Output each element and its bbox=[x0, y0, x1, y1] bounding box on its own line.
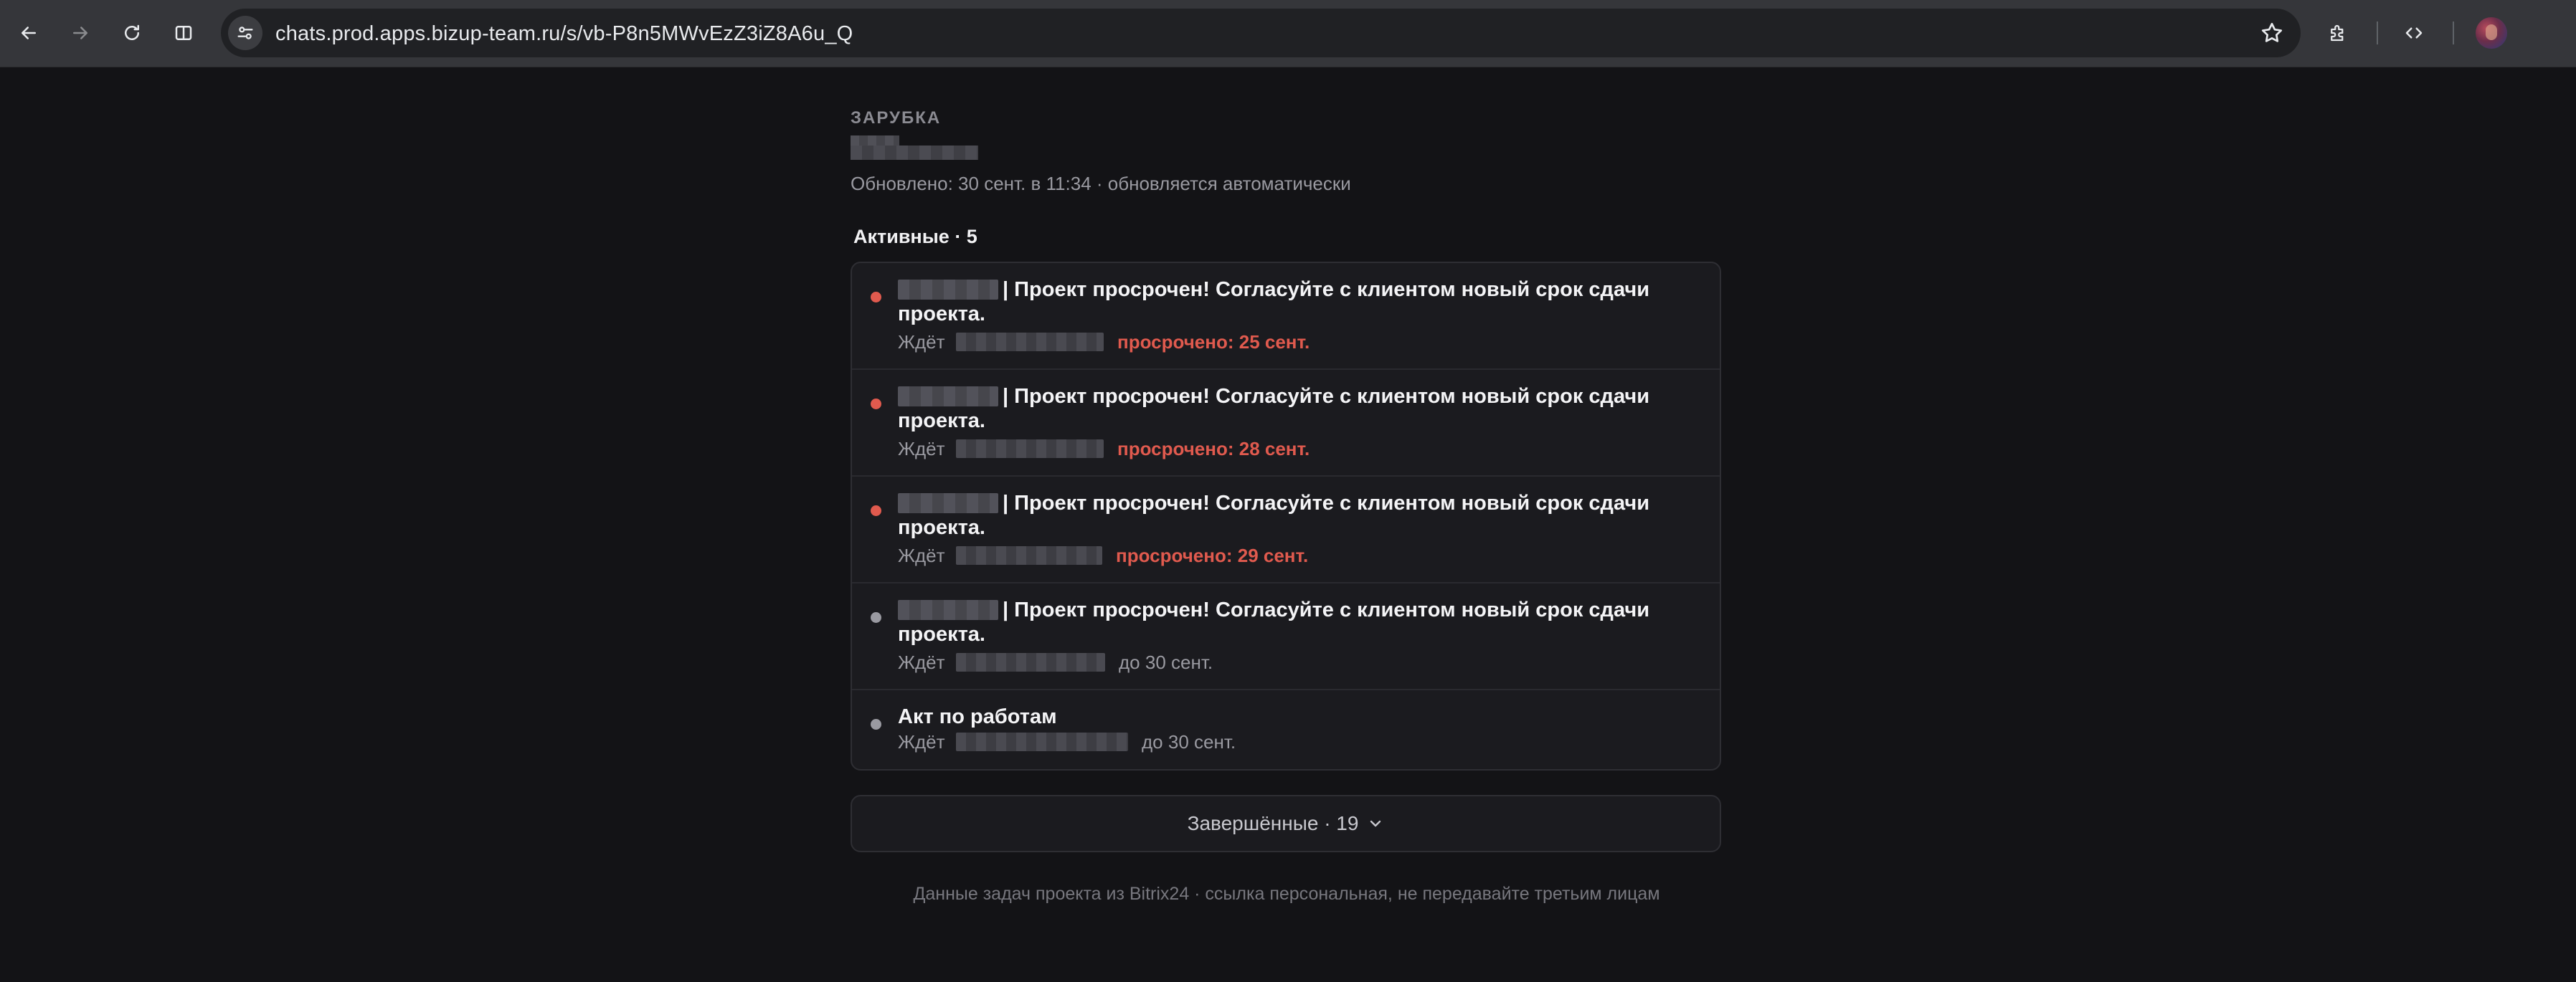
project-name-redacted bbox=[851, 135, 978, 160]
waiting-label: Ждёт bbox=[898, 331, 945, 353]
assignee-redacted bbox=[955, 333, 1104, 351]
assignee-redacted bbox=[955, 439, 1104, 458]
site-info-button[interactable] bbox=[228, 16, 262, 50]
reload-icon bbox=[125, 24, 139, 40]
task-title-redacted bbox=[898, 600, 998, 620]
task-item[interactable]: Акт по работам Ждёт до 30 сент. bbox=[852, 690, 1720, 769]
task-title: | Проект просрочен! Согласуйте с клиенто… bbox=[898, 278, 1650, 325]
task-title-redacted bbox=[898, 280, 998, 300]
completed-label: Завершённые · 19 bbox=[1187, 812, 1359, 834]
updated-status: Обновлено: 30 сент. в 11:34 · обновляетс… bbox=[851, 173, 1351, 194]
code-icon bbox=[2405, 27, 2423, 39]
task-meta: Ждёт просрочено: 25 сент. bbox=[898, 330, 1310, 353]
chevron-down-icon bbox=[1370, 820, 1381, 827]
active-section-title: Активные · 5 bbox=[853, 226, 977, 247]
completed-tasks-toggle[interactable]: Завершённые · 19 bbox=[851, 795, 1721, 852]
task-title: Акт по работам bbox=[898, 705, 1057, 728]
extensions-button[interactable] bbox=[2321, 16, 2355, 50]
devtools-button[interactable] bbox=[2397, 16, 2431, 50]
side-panel-button[interactable] bbox=[166, 16, 201, 50]
side-panel-icon bbox=[175, 26, 192, 40]
forward-button[interactable] bbox=[63, 16, 98, 50]
project-label: ЗАРУБКА bbox=[851, 108, 942, 128]
task-item[interactable]: | Проект просрочен! Согласуйте с клиенто… bbox=[852, 477, 1720, 583]
due-date: просрочено: 29 сент. bbox=[1116, 545, 1309, 566]
due-date: до 30 сент. bbox=[1119, 652, 1213, 673]
footer-note: Данные задач проекта из Bitrix24 · ссылк… bbox=[913, 884, 1660, 904]
task-title: | Проект просрочен! Согласуйте с клиенто… bbox=[898, 385, 1650, 432]
waiting-label: Ждёт bbox=[898, 545, 945, 566]
assignee-redacted bbox=[955, 733, 1128, 751]
arrow-right-icon bbox=[73, 27, 87, 39]
due-date: до 30 сент. bbox=[1142, 731, 1236, 753]
task-title-redacted bbox=[898, 386, 998, 406]
due-date: просрочено: 28 сент. bbox=[1117, 438, 1310, 459]
task-meta: Ждёт до 30 сент. bbox=[898, 730, 1236, 753]
status-dot-normal bbox=[871, 719, 881, 730]
status-dot-normal bbox=[871, 612, 881, 623]
arrow-left-icon bbox=[22, 27, 36, 39]
back-button[interactable] bbox=[11, 16, 46, 50]
toolbar-divider bbox=[2377, 22, 2378, 44]
task-meta: Ждёт просрочено: 28 сент. bbox=[898, 437, 1310, 460]
waiting-label: Ждёт bbox=[898, 438, 945, 459]
task-item[interactable]: | Проект просрочен! Согласуйте с клиенто… bbox=[852, 583, 1720, 690]
puzzle-icon bbox=[2331, 24, 2344, 42]
assignee-redacted bbox=[955, 653, 1105, 672]
status-dot-overdue bbox=[871, 292, 881, 302]
browser-toolbar bbox=[0, 0, 2576, 67]
active-task-list: | Проект просрочен! Согласуйте с клиенто… bbox=[851, 262, 1721, 771]
task-meta: Ждёт просрочено: 29 сент. bbox=[898, 544, 1308, 567]
tune-icon bbox=[237, 27, 253, 39]
status-dot-overdue bbox=[871, 505, 881, 516]
due-date: просрочено: 25 сент. bbox=[1117, 331, 1310, 353]
task-title: | Проект просрочен! Согласуйте с клиенто… bbox=[898, 492, 1650, 539]
task-title: | Проект просрочен! Согласуйте с клиенто… bbox=[898, 599, 1650, 646]
waiting-label: Ждёт bbox=[898, 731, 945, 753]
task-item[interactable]: | Проект просрочен! Согласуйте с клиенто… bbox=[852, 370, 1720, 477]
address-bar[interactable] bbox=[221, 9, 2301, 59]
task-item[interactable]: | Проект просрочен! Согласуйте с клиенто… bbox=[852, 263, 1720, 370]
url-input[interactable] bbox=[274, 9, 2213, 59]
assignee-redacted bbox=[955, 546, 1102, 565]
status-dot-overdue bbox=[871, 399, 881, 409]
bookmark-star-icon[interactable] bbox=[2259, 20, 2285, 46]
toolbar-divider bbox=[2453, 22, 2454, 44]
task-title-redacted bbox=[898, 493, 998, 513]
waiting-label: Ждёт bbox=[898, 652, 945, 673]
profile-avatar[interactable] bbox=[2476, 17, 2507, 49]
task-meta: Ждёт до 30 сент. bbox=[898, 651, 1213, 674]
reload-button[interactable] bbox=[115, 16, 149, 50]
